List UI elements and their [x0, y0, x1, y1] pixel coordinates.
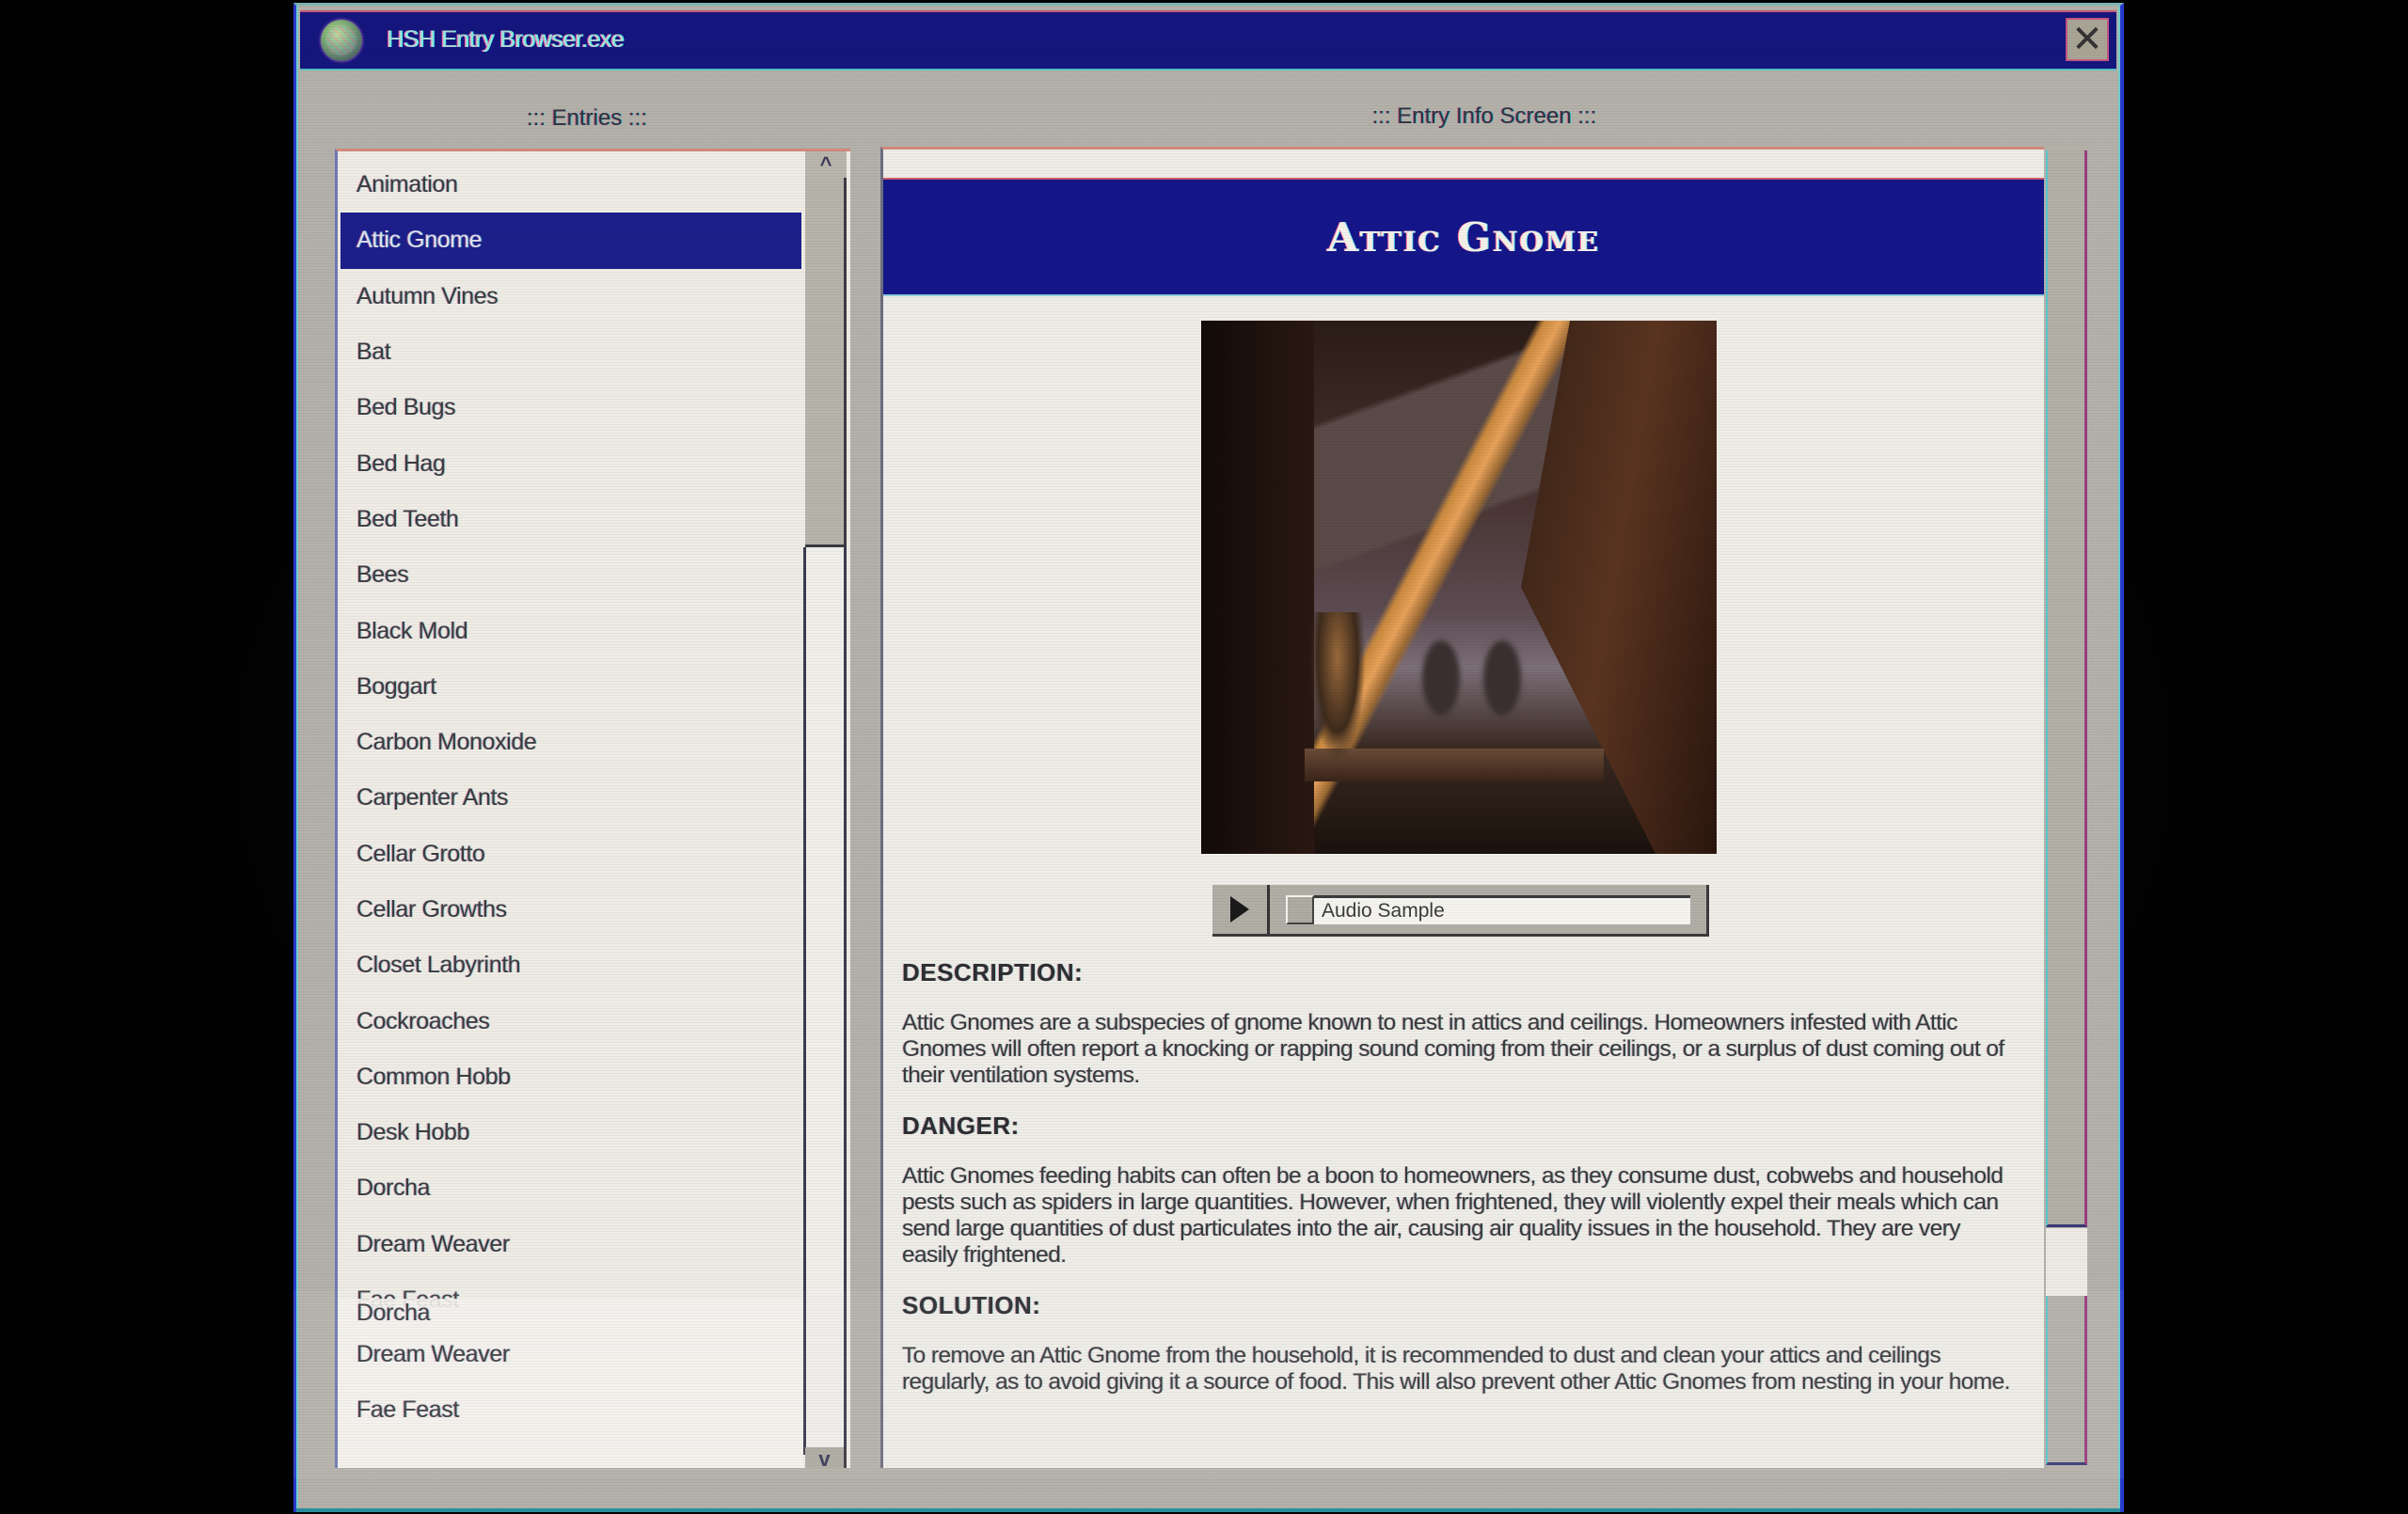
app-window: HSH Entry Browser.exe ✕ ::: Entries ::: … — [293, 3, 2124, 1512]
audio-label: Audio Sample — [1322, 900, 1445, 922]
entry-title: Attic Gnome — [1327, 213, 1600, 260]
list-item[interactable]: Bed Bugs — [338, 380, 801, 435]
entries-label: ::: Entries ::: — [526, 105, 648, 131]
info-scrollbar[interactable] — [2044, 147, 2089, 1468]
image-curtain-left — [1201, 321, 1314, 854]
window-title: HSH Entry Browser.exe — [387, 26, 625, 53]
play-button[interactable] — [1212, 885, 1270, 934]
list-item[interactable]: Bat — [338, 324, 801, 380]
list-item-selected[interactable]: Attic Gnome — [341, 213, 801, 269]
list-item[interactable]: Black Mold — [338, 603, 801, 658]
close-button[interactable]: ✕ — [2066, 18, 2109, 61]
image-gnome-silhouette — [1309, 612, 1366, 763]
list-item[interactable]: Cockroaches — [338, 993, 801, 1049]
entry-info-panel: Attic Gnome Audio Sample DESCRIPTION: Att… — [880, 147, 2044, 1468]
section-heading: DANGER: — [902, 1112, 1020, 1140]
close-x-icon: ✕ — [2071, 19, 2103, 60]
list-item[interactable]: Cellar Growths — [338, 882, 801, 938]
list-item[interactable]: Bees — [338, 547, 801, 603]
entry-info-label: ::: Entry Info Screen ::: — [1371, 103, 1597, 129]
info-scroll-thumb[interactable] — [2046, 150, 2087, 1227]
entries-listbox[interactable]: Animation Attic Gnome Autumn Vines Bat Bed B… — [335, 149, 850, 1468]
audio-progress-knob[interactable] — [1286, 895, 1314, 924]
play-icon — [1230, 896, 1249, 923]
list-item[interactable]: Closet Labyrinth — [338, 938, 801, 993]
entry-title-banner: Attic Gnome — [883, 178, 2044, 296]
section-heading: SOLUTION: — [902, 1291, 1041, 1319]
section-text: Attic Gnomes feeding habits can often be… — [902, 1163, 2004, 1268]
entries-scrollbar[interactable]: ^ v — [803, 151, 850, 1468]
title-bar[interactable]: HSH Entry Browser.exe ✕ — [300, 10, 2116, 71]
entries-list-ghost: Dorcha Dream Weaver Fae Feast — [338, 1299, 801, 1439]
list-item[interactable]: Carpenter Ants — [338, 770, 801, 826]
scroll-up-button[interactable]: ^ — [805, 151, 847, 181]
chevron-down-icon: v — [818, 1446, 831, 1469]
list-item[interactable]: Cellar Grotto — [338, 827, 801, 882]
entry-image — [1201, 321, 1717, 854]
list-item[interactable]: Desk Hobb — [338, 1105, 801, 1160]
list-item[interactable]: Carbon Monoxide — [338, 715, 801, 770]
section-heading: DESCRIPTION: — [902, 958, 1084, 986]
globe-icon — [321, 20, 362, 61]
list-item[interactable]: Autumn Vines — [338, 269, 801, 324]
audio-player: Audio Sample — [1212, 885, 1709, 937]
list-item[interactable]: Bed Teeth — [338, 492, 801, 547]
entry-info-body: DESCRIPTION: Attic Gnomes are a subspecie… — [902, 958, 2021, 1418]
image-tree — [1422, 640, 1460, 716]
entries-list: Animation Attic Gnome Autumn Vines Bat Bed B… — [338, 157, 801, 1328]
list-item[interactable]: Bed Hag — [338, 435, 801, 491]
list-item[interactable]: Animation — [338, 157, 801, 213]
image-tree — [1483, 640, 1521, 716]
info-scroll-thumb-ghost — [2046, 1296, 2087, 1465]
entries-scroll-thumb[interactable] — [805, 178, 847, 547]
list-item[interactable]: Dorcha — [338, 1299, 801, 1327]
info-scroll-track[interactable] — [2046, 1228, 2087, 1296]
scroll-down-button[interactable]: v — [805, 1447, 847, 1468]
chevron-up-icon: ^ — [819, 152, 832, 176]
audio-progress-track[interactable]: Audio Sample — [1286, 895, 1690, 924]
section-text: To remove an Attic Gnome from the househ… — [902, 1343, 2010, 1395]
list-item[interactable]: Dream Weaver — [338, 1217, 801, 1272]
entries-scroll-track[interactable] — [803, 547, 847, 1455]
list-item[interactable]: Boggart — [338, 659, 801, 715]
list-item[interactable]: Common Hobb — [338, 1049, 801, 1105]
window-bottom-border — [296, 1508, 2120, 1512]
section-text: Attic Gnomes are a subspecies of gnome k… — [902, 1010, 2004, 1088]
list-item[interactable]: Dorcha — [338, 1160, 801, 1216]
list-item[interactable]: Dream Weaver — [338, 1327, 801, 1382]
list-item[interactable]: Fae Feast — [338, 1382, 801, 1438]
